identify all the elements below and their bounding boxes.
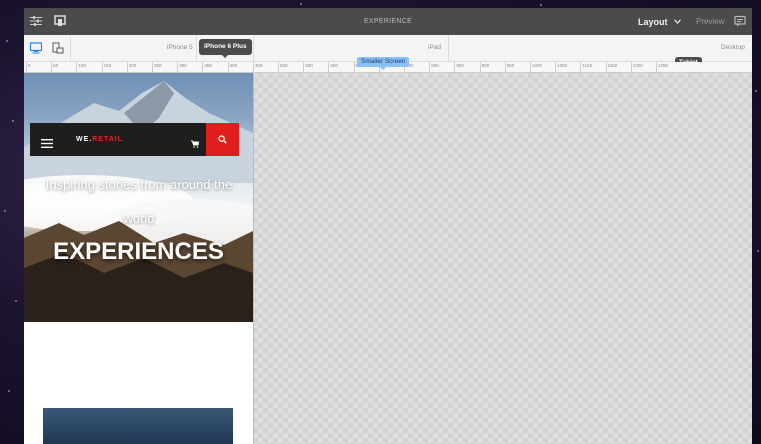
- ruler-tick-label: 1100: [582, 63, 593, 68]
- ruler-tick-label: 50: [53, 63, 59, 68]
- device-iphone6plus-active[interactable]: iPhone 6 Plus: [199, 39, 252, 58]
- ruler-tick: [126, 62, 128, 72]
- ruler-tick-label: 1200: [632, 63, 643, 68]
- ruler-tick: [605, 62, 607, 72]
- ruler-tick-label: 550: [305, 63, 313, 68]
- ruler-tick-label: 600: [330, 63, 338, 68]
- ruler-tick-label: 150: [103, 63, 112, 68]
- ruler-tick: [504, 62, 506, 72]
- site-navbar: WE.RETAIL: [30, 123, 206, 156]
- ruler-tick-label: 100: [78, 63, 86, 68]
- device-separator: [70, 35, 71, 61]
- layout-mode-button[interactable]: Layout: [638, 8, 681, 36]
- ruler-tick-label: 800: [431, 63, 439, 68]
- rotate-device-icon[interactable]: [52, 41, 64, 59]
- ruler-tick-label: 900: [481, 63, 490, 68]
- ruler-tick-label: 200: [128, 63, 137, 68]
- ruler-tick-label: 400: [229, 63, 238, 68]
- ruler-tick-label: 1050: [557, 63, 568, 68]
- brand-suffix: RETAIL: [92, 136, 123, 143]
- desktop-device-icon[interactable]: [29, 41, 43, 59]
- ruler-tick: [51, 62, 53, 72]
- device-separator: [448, 35, 449, 61]
- ruler-tick-label: 850: [456, 63, 464, 68]
- chevron-down-icon: [674, 8, 681, 35]
- cart-icon[interactable]: [191, 135, 200, 153]
- ruler-tick-label: 300: [179, 63, 187, 68]
- ruler-tick: [555, 62, 557, 72]
- ruler-tick: [202, 62, 204, 72]
- search-icon: [218, 131, 227, 149]
- ruler-tick-label: 250: [154, 63, 162, 68]
- layout-mode-label: Layout: [638, 17, 668, 27]
- hero-image: WE.RETAIL Inspiring stories from around …: [24, 73, 253, 322]
- ruler-tick: [227, 62, 229, 72]
- hamburger-menu-icon[interactable]: [41, 135, 53, 153]
- top-toolbar: EXPERIENCE Layout Preview: [24, 8, 752, 35]
- device-desktop[interactable]: Desktop: [721, 35, 745, 61]
- ruler-tick: [429, 62, 431, 72]
- ruler-tick-label: 1150: [607, 63, 618, 68]
- smaller-screen-marker[interactable]: Smaller Screen: [357, 57, 410, 70]
- ruler-tick: [328, 62, 330, 72]
- site-logo[interactable]: WE.RETAIL: [76, 123, 123, 156]
- ruler-tick: [479, 62, 481, 72]
- device-separator: [253, 35, 254, 61]
- page-preview: WE.RETAIL Inspiring stories from around …: [24, 73, 254, 444]
- mountain-scene: [24, 81, 253, 322]
- ruler-tick: [152, 62, 153, 72]
- ruler-tick-label: 950: [506, 63, 515, 68]
- ruler-tick-label: 0: [28, 63, 31, 68]
- ruler-tick: [76, 62, 78, 72]
- editor-window: EXPERIENCE Layout Preview iPhone 5 iPhon…: [24, 8, 752, 444]
- ruler-tick: [303, 62, 305, 72]
- annotate-icon[interactable]: [732, 13, 748, 29]
- ruler-tick-label: 1000: [532, 63, 543, 68]
- empty-canvas-area: [253, 73, 752, 444]
- ruler-tick: [580, 62, 582, 72]
- ruler-tick: [278, 62, 279, 72]
- ruler-tick: [177, 62, 179, 72]
- article-image[interactable]: [43, 408, 233, 444]
- device-ipad[interactable]: iPad: [428, 35, 441, 61]
- hero-tagline-line1: Inspiring stories from around the: [45, 177, 233, 192]
- preview-button[interactable]: Preview: [696, 8, 724, 35]
- ruler-tick: [353, 62, 355, 72]
- hero-tagline-line2: world: [123, 211, 155, 226]
- brand-prefix: WE.: [76, 136, 93, 143]
- ruler-tick: [454, 62, 456, 72]
- device-iphone5[interactable]: iPhone 5: [167, 35, 193, 61]
- ruler-tick: [656, 62, 657, 72]
- search-button[interactable]: [206, 123, 239, 156]
- ruler-tick-label: 450: [254, 63, 263, 68]
- ruler-tick: [252, 62, 254, 72]
- device-separator: [196, 35, 197, 61]
- ruler-tick: [630, 62, 632, 72]
- ruler-tick: [530, 62, 531, 72]
- ruler-tick: [26, 62, 27, 72]
- hero-headline: EXPERIENCES: [53, 238, 224, 265]
- ruler-tick-label: 1250: [658, 63, 669, 68]
- ruler-tick: [101, 62, 103, 72]
- ruler-tick-label: 500: [280, 63, 288, 68]
- ruler-tick-label: 350: [204, 63, 212, 68]
